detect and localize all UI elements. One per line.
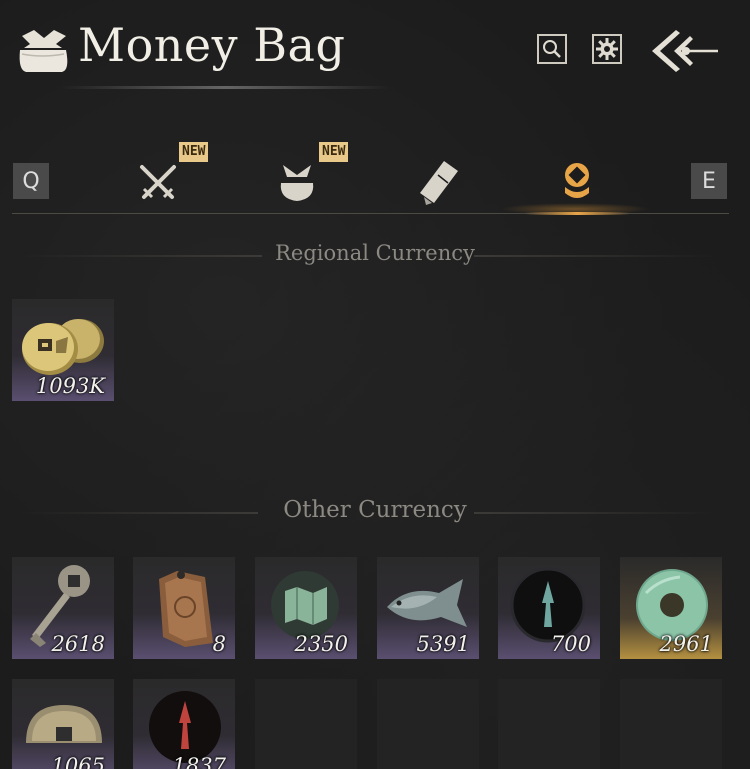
currency-slot[interactable]: 2618 (12, 557, 114, 659)
title-underline (60, 86, 390, 89)
item-count: 1837 (172, 754, 226, 769)
money-bag-screen: Money Bag Q E NEW NEW Regional Currency … (0, 0, 750, 769)
section-divider (474, 512, 714, 514)
prev-tab-key[interactable]: Q (13, 163, 49, 199)
item-count: 2961 (659, 632, 713, 656)
currency-slot[interactable]: 1065 (12, 679, 114, 769)
empty-slot (498, 679, 600, 769)
currency-slot[interactable]: 1093K (12, 299, 114, 401)
money-bag-icon (19, 30, 68, 72)
header: Money Bag (0, 0, 750, 100)
gear-icon (596, 38, 618, 60)
tab-weapons[interactable] (128, 153, 188, 213)
active-tab-indicator (525, 212, 630, 215)
search-icon (543, 40, 561, 58)
item-count: 8 (212, 632, 226, 656)
currency-slot[interactable]: 8 (133, 557, 235, 659)
item-count: 1093K (35, 374, 105, 398)
page-title: Money Bag (78, 18, 346, 72)
empty-slot (377, 679, 479, 769)
currency-slot[interactable]: 5391 (377, 557, 479, 659)
settings-button[interactable] (592, 34, 622, 64)
empty-slot (620, 679, 722, 769)
scroll-icon (420, 161, 458, 205)
currency-slot[interactable]: 2961 (620, 557, 722, 659)
category-tabs: Q E NEW NEW (0, 135, 750, 217)
currency-slot[interactable]: 2350 (255, 557, 357, 659)
item-count: 2618 (51, 632, 105, 656)
bundle-icon (280, 165, 314, 201)
currency-slot[interactable]: 700 (498, 557, 600, 659)
item-count: 5391 (416, 632, 470, 656)
currency-slot[interactable]: 1837 (133, 679, 235, 769)
new-badge: NEW (319, 142, 349, 162)
item-count: 2350 (294, 632, 348, 656)
section-divider (474, 255, 714, 257)
next-tab-key[interactable]: E (691, 163, 727, 199)
search-button[interactable] (537, 34, 567, 64)
item-count: 700 (550, 632, 591, 656)
crossed-swords-icon (140, 165, 176, 199)
back-arrow-icon[interactable] (646, 26, 722, 76)
empty-slot (255, 679, 357, 769)
regional-currency-header: Regional Currency (275, 241, 475, 265)
item-count: 1065 (51, 754, 105, 769)
other-currency-header: Other Currency (283, 497, 467, 523)
tab-items[interactable] (267, 153, 327, 213)
tab-scrolls[interactable] (408, 153, 468, 213)
new-badge: NEW (179, 142, 209, 162)
